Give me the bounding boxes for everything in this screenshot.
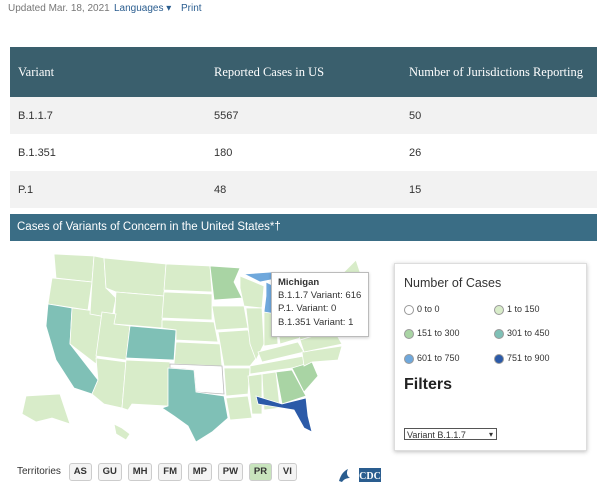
variant-select-value: Variant B.1.1.7 — [407, 430, 466, 440]
legend-item: 601 to 750 — [404, 353, 460, 364]
legend-swatch — [494, 304, 504, 315]
section-title-text: Cases of Variants of Concern in the Unit… — [17, 221, 281, 233]
legend-item: 751 to 900 — [494, 353, 550, 364]
legend-label: 0 to 0 — [417, 304, 440, 314]
table-row: B.1.351 180 26 — [10, 134, 597, 171]
state-washington[interactable] — [53, 253, 95, 283]
territory-gu[interactable]: GU — [97, 463, 122, 481]
state-tooltip: Michigan B.1.1.7 Variant: 616 P.1. Varia… — [271, 272, 369, 337]
state-south-dakota[interactable] — [161, 291, 213, 321]
cdc-logo[interactable]: CDC — [337, 466, 387, 484]
top-bar: Updated Mar. 18, 2021 Languages ▾ Print — [0, 0, 606, 18]
table-header-row: Variant Reported Cases in US Number of J… — [10, 47, 597, 97]
tooltip-line: B.1.1.7 Variant: 616 — [278, 290, 362, 302]
legend-label: 151 to 300 — [417, 328, 460, 338]
legend-item: 151 to 300 — [404, 328, 460, 339]
cell-jurisdictions: 26 — [401, 134, 597, 171]
tooltip-title: Michigan — [278, 277, 320, 288]
legend-label: 301 to 450 — [507, 328, 550, 338]
legend-swatch — [404, 304, 414, 315]
cell-cases: 48 — [206, 171, 401, 208]
territory-vi[interactable]: VI — [277, 463, 297, 481]
territory-mh[interactable]: MH — [127, 463, 153, 481]
filters-heading: Filters — [404, 376, 453, 393]
state-new-mexico[interactable] — [121, 359, 171, 411]
cell-cases: 5567 — [206, 97, 401, 134]
col-reported-cases: Reported Cases in US — [206, 47, 401, 97]
variant-select[interactable]: Variant B.1.1.7 ▾ — [404, 428, 497, 440]
cell-cases: 180 — [206, 134, 401, 171]
state-wyoming[interactable] — [113, 291, 165, 329]
legend-swatch — [494, 353, 504, 364]
legend-swatch — [494, 328, 504, 339]
state-kansas[interactable] — [173, 341, 223, 367]
cell-jurisdictions: 15 — [401, 171, 597, 208]
territory-as[interactable]: AS — [68, 463, 92, 481]
territory-fm[interactable]: FM — [158, 463, 182, 481]
legend-item: 0 to 0 — [404, 304, 440, 315]
state-louisiana[interactable] — [225, 395, 253, 421]
tooltip-line: P.1. Variant: 0 — [278, 303, 337, 315]
territories-label: Territories — [17, 466, 61, 477]
legend-item: 1 to 150 — [494, 304, 540, 315]
legend-label: 1 to 150 — [507, 304, 540, 314]
territory-pr[interactable]: PR — [248, 463, 273, 481]
legend-swatch — [404, 328, 414, 339]
cell-variant: B.1.1.7 — [10, 97, 206, 134]
print-link[interactable]: Print — [181, 3, 202, 14]
table-row: P.1 48 15 — [10, 171, 597, 208]
variants-table: Variant Reported Cases in US Number of J… — [10, 47, 597, 208]
state-montana[interactable] — [103, 257, 167, 297]
hhs-eagle-icon — [339, 469, 350, 482]
chevron-down-icon: ▾ — [488, 430, 493, 439]
state-iowa[interactable] — [211, 305, 249, 331]
state-minnesota[interactable] — [209, 265, 243, 301]
map-section-title: Cases of Variants of Concern in the Unit… — [10, 214, 597, 241]
territory-pw[interactable]: PW — [217, 463, 244, 481]
table-row: B.1.1.7 5567 50 — [10, 97, 597, 134]
languages-dropdown[interactable]: Languages ▾ — [114, 3, 171, 14]
legend-swatch — [404, 353, 414, 364]
legend-item: 301 to 450 — [494, 328, 550, 339]
state-alaska[interactable] — [21, 393, 71, 425]
updated-date: Updated Mar. 18, 2021 — [8, 3, 110, 14]
cdc-text: CDC — [359, 471, 381, 482]
state-arizona[interactable] — [91, 357, 127, 409]
col-variant: Variant — [10, 47, 206, 97]
col-jurisdictions: Number of Jurisdictions Reporting — [401, 47, 597, 97]
territory-mp[interactable]: MP — [187, 463, 213, 481]
state-arkansas[interactable] — [223, 367, 251, 397]
state-colorado[interactable] — [125, 325, 177, 361]
legend-label: 601 to 750 — [417, 353, 460, 363]
state-hawaii[interactable] — [113, 423, 131, 441]
legend-label: 751 to 900 — [507, 353, 550, 363]
state-north-dakota[interactable] — [163, 263, 213, 293]
cell-jurisdictions: 50 — [401, 97, 597, 134]
tooltip-line: B.1.351 Variant: 1 — [278, 316, 354, 328]
cell-variant: B.1.351 — [10, 134, 206, 171]
territories-bar: Territories AS GU MH FM MP PW PR VI — [17, 463, 300, 481]
cell-variant: P.1 — [10, 171, 206, 208]
legend-title: Number of Cases — [404, 276, 502, 290]
legend-panel: Number of Cases 0 to 0 1 to 150 151 to 3… — [394, 263, 587, 451]
